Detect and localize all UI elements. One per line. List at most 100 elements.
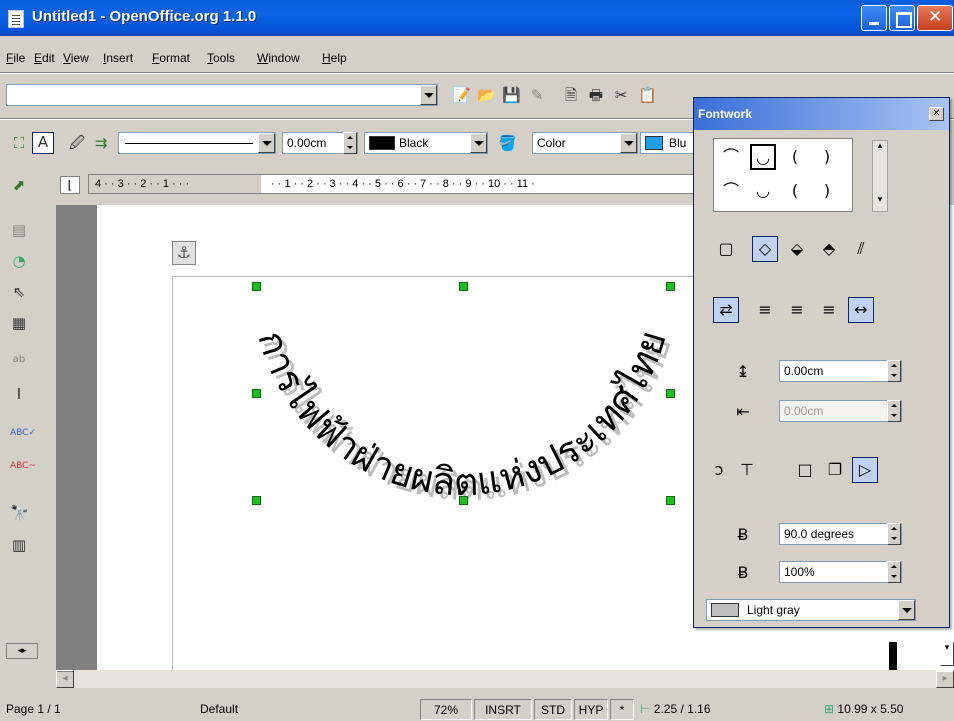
shape-left-arc-icon[interactable]: ( [782,144,808,170]
shape-upper-arc-icon[interactable]: ⌒ [718,144,744,170]
save-icon[interactable]: 💾 [502,86,521,104]
find-replace-icon[interactable]: 🔭 [10,504,29,522]
contour-icon[interactable]: ↄ [706,457,732,483]
palette-scroll-up-icon[interactable]: ▴ [874,141,886,155]
menu-help[interactable]: Help [322,51,347,65]
selection-handle[interactable] [252,282,261,291]
indent-field[interactable]: 0.00cm [779,400,902,422]
line-style-combo[interactable] [118,132,276,154]
shape-right-arc-open-icon[interactable]: ) [814,178,840,204]
cut-icon[interactable]: ✂ [612,86,630,104]
scroll-track[interactable] [74,670,936,688]
menu-format[interactable]: Format [152,51,190,65]
menu-edit[interactable]: Edit [34,51,55,65]
no-shadow-icon[interactable]: □ [792,457,818,483]
area-icon[interactable]: 🪣 [498,134,517,152]
shape-lower-arc-icon[interactable]: ◡ [750,144,776,170]
rotate-icon[interactable]: ◇ [752,236,778,262]
horizontal-ruler[interactable]: 4 · · 3 · · 2 · · 1 · · · · · 1 · · 2 · … [88,174,694,194]
shape-right-arc-icon[interactable]: ) [814,144,840,170]
shape-upper-arc-open-icon[interactable]: ⌒ [718,178,744,204]
paste-icon[interactable]: 📋 [638,86,657,104]
fontwork-toggle-icon[interactable]: A [32,132,54,154]
line-color-dropdown[interactable] [470,133,487,153]
shadow-angle-spinner[interactable] [887,523,901,545]
horizontal-scrollbar[interactable]: ◂ ▸ [56,670,954,688]
scroll-arrows-icon[interactable]: ◂▸ [6,643,38,659]
selection-handle[interactable] [459,496,468,505]
slant-shadow-icon[interactable]: ▷ [852,457,878,483]
vertical-shadow-icon[interactable]: ❐ [822,457,848,483]
menu-window[interactable]: Window [257,51,300,65]
url-dropdown-button[interactable] [420,85,437,105]
shape-lower-arc-open-icon[interactable]: ◡ [750,178,776,204]
insert-object-icon[interactable]: ◔ [10,252,28,270]
menu-file[interactable]: File [6,51,25,65]
status-style[interactable]: Default [196,699,414,720]
insert-fields-icon[interactable]: ▦ [10,314,28,332]
autosize-text-icon[interactable]: ↔ [848,297,874,323]
insert-icon[interactable]: ▤ [10,221,28,239]
text-cursor-icon[interactable]: Ⅰ [10,385,28,403]
fill-type-dropdown[interactable] [620,133,637,153]
align-left-icon[interactable]: ≡ [752,297,778,323]
select-icon[interactable]: ⇖ [10,283,28,301]
fill-color-combo[interactable]: Blu [640,132,700,154]
shadow-color-combo[interactable]: Light gray [706,599,916,621]
edit-mode-icon[interactable]: ✎ [528,86,546,104]
text-frame-icon[interactable]: ⊤ [734,457,760,483]
minimize-button[interactable] [861,5,887,31]
distance-spinner[interactable] [887,360,901,382]
edit-file-icon[interactable]: 📝 [452,86,471,104]
autospellcheck-icon[interactable]: ABC~ [10,457,36,475]
selection-handle[interactable] [252,389,261,398]
align-right-icon[interactable]: ≡ [816,297,842,323]
status-hyperlink-mode[interactable]: HYP [574,699,608,720]
slant-horizontal-icon[interactable]: ⬘ [816,236,842,262]
shape-palette-scrollbar[interactable]: ▴ ▾ [872,140,888,212]
line-color-combo[interactable]: Black [364,132,488,154]
menu-tools[interactable]: Tools [207,51,235,65]
shadow-angle-field[interactable]: 90.0 degrees [779,523,902,545]
line-width-spinner[interactable] [343,132,357,154]
scroll-left-button[interactable]: ◂ [56,670,74,688]
form-functions-icon[interactable]: ab [10,351,28,369]
palette-scroll-down-icon[interactable]: ▾ [874,195,886,209]
fontwork-title[interactable]: Fontwork [694,98,949,130]
close-button[interactable] [917,5,953,31]
upright-icon[interactable]: ⬙ [784,236,810,262]
open-folder-icon[interactable]: 📂 [477,86,496,104]
export-pdf-icon[interactable]: 🗎 [562,86,580,104]
scroll-down-button[interactable]: ▾ [940,642,954,666]
document-icon[interactable] [8,10,24,28]
selection-handle[interactable] [252,496,261,505]
selection-handle[interactable] [666,389,675,398]
print-icon[interactable]: 🖶 [587,86,605,104]
url-combo[interactable] [6,84,438,106]
off-icon[interactable]: ▢ [713,236,739,262]
line-width-field[interactable]: 0.00cm [282,132,358,154]
shadow-size-spinner[interactable] [887,561,901,583]
menu-view[interactable]: View [63,51,89,65]
orientation-icon[interactable]: ⇄ [713,297,739,323]
distance-field[interactable]: 0.00cm [779,360,902,382]
shadow-size-field[interactable]: 100% [779,561,902,583]
status-selection-mode[interactable]: STD [534,699,572,720]
navigator-icon[interactable]: ⬈ [10,176,28,194]
spellcheck-icon[interactable]: ABC✓ [10,424,36,442]
line-style-dropdown[interactable] [258,133,275,153]
line-icon[interactable]: 🖉 [68,134,86,152]
status-insert-mode[interactable]: INSRT [474,699,532,720]
maximize-button[interactable] [889,5,915,31]
edit-points-icon[interactable]: ⛶ [10,134,28,152]
selection-handle[interactable] [459,282,468,291]
selection-handle[interactable] [666,496,675,505]
fill-type-combo[interactable]: Color [532,132,638,154]
shape-left-arc-open-icon[interactable]: ( [782,178,808,204]
scroll-right-button[interactable]: ▸ [936,670,954,688]
indent-spinner[interactable] [887,400,901,422]
data-sources-icon[interactable]: ▥ [10,536,28,554]
shadow-color-dropdown[interactable] [898,600,915,620]
align-center-icon[interactable]: ≡ [784,297,810,323]
tab-stop-icon[interactable]: ⌊ [60,176,80,194]
